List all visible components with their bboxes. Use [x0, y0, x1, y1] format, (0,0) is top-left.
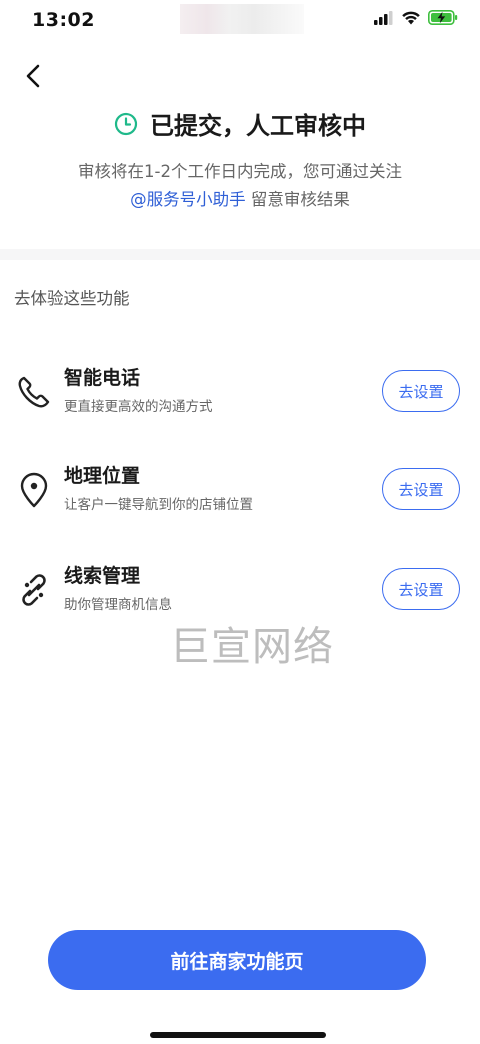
result-title: 已提交，人工审核中 — [0, 106, 480, 141]
chevron-left-icon — [26, 64, 40, 88]
battery-charging-icon — [428, 10, 458, 25]
feature-desc: 让客户一键导航到你的店铺位置 — [64, 497, 253, 513]
setup-button-leads[interactable]: 去设置 — [382, 568, 460, 610]
watermark: 巨宣网络 — [170, 624, 334, 670]
review-description-suffix: 留意审核结果 — [245, 190, 350, 209]
review-description-line1: 审核将在1-2个工作日内完成，您可通过关注 — [78, 162, 402, 181]
feature-item-leads: 线索管理 助你管理商机信息 去设置 — [0, 560, 480, 620]
feature-item-location: 地理位置 让客户一键导航到你的店铺位置 去设置 — [0, 460, 480, 520]
go-to-merchant-features-button[interactable]: 前往商家功能页 — [48, 930, 426, 990]
section-title: 去体验这些功能 — [14, 289, 130, 308]
status-time: 13:02 — [32, 9, 95, 31]
feature-name: 地理位置 — [64, 465, 141, 487]
service-assistant-link[interactable]: @服务号小助手 — [130, 190, 246, 209]
link-icon — [22, 574, 46, 606]
phone-icon — [18, 376, 50, 408]
home-indicator[interactable] — [150, 1032, 326, 1038]
feature-desc: 助你管理商机信息 — [64, 597, 172, 613]
feature-name: 智能电话 — [64, 367, 141, 389]
feature-item-smart-phone: 智能电话 更直接更高效的沟通方式 去设置 — [0, 362, 480, 422]
status-icons — [374, 10, 458, 25]
clock-icon — [114, 112, 138, 135]
setup-button-location[interactable]: 去设置 — [382, 468, 460, 510]
location-pin-icon — [20, 472, 48, 508]
setup-button-smart-phone[interactable]: 去设置 — [382, 370, 460, 412]
review-description: 审核将在1-2个工作日内完成，您可通过关注 @服务号小助手 留意审核结果 — [0, 158, 480, 214]
feature-desc: 更直接更高效的沟通方式 — [64, 399, 213, 415]
review-description-line2: @服务号小助手 留意审核结果 — [0, 186, 480, 214]
feature-name: 线索管理 — [64, 565, 141, 587]
back-button[interactable] — [18, 60, 50, 92]
status-bar: 13:02 — [0, 0, 480, 44]
signal-icon — [374, 10, 393, 25]
wifi-icon — [402, 11, 420, 25]
blurred-notch-area — [180, 4, 304, 34]
result-title-text: 已提交，人工审核中 — [150, 112, 366, 140]
section-divider — [0, 249, 480, 260]
